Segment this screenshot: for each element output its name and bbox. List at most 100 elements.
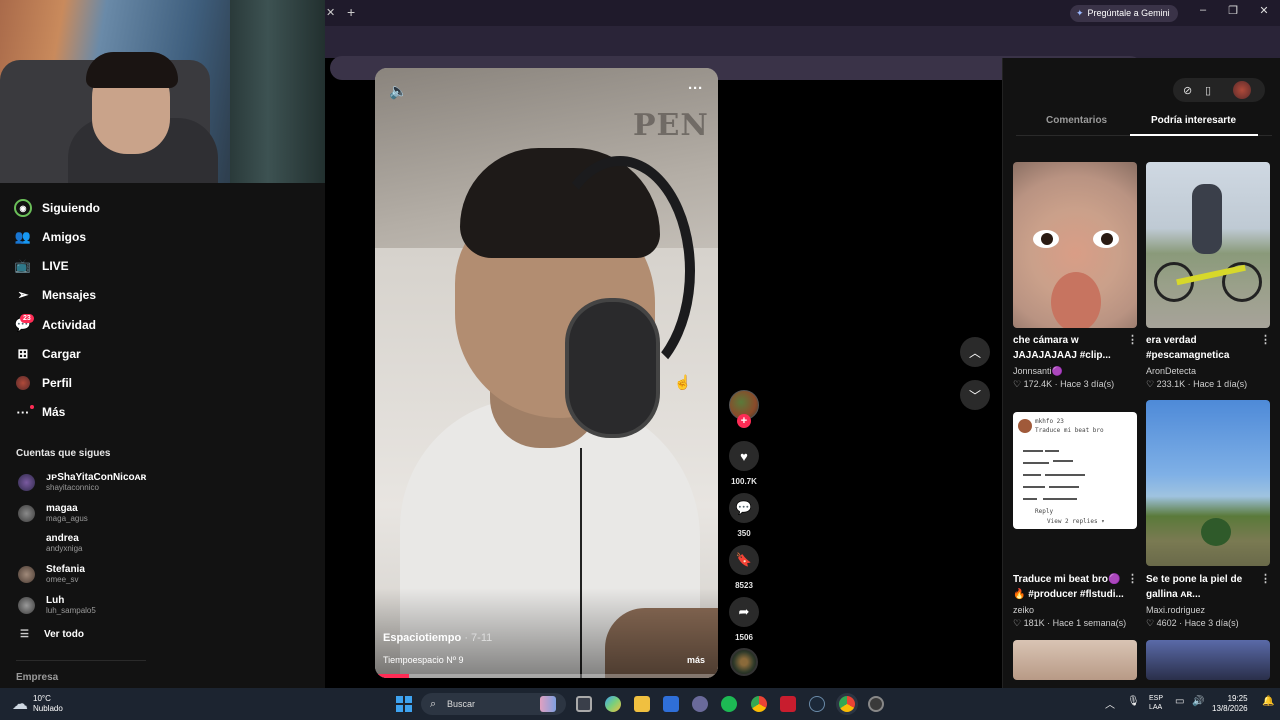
chevron-up-icon[interactable]: ︿ bbox=[1105, 696, 1115, 711]
task-view-icon[interactable] bbox=[576, 696, 592, 712]
video-author[interactable]: Espaciotiempo · 7-11 bbox=[383, 632, 492, 644]
post-time: Hace 3 día(s) bbox=[1060, 379, 1115, 389]
more-description-button[interactable]: más bbox=[687, 655, 705, 665]
start-button[interactable] bbox=[396, 696, 412, 712]
kebab-menu-icon[interactable]: ⋮ bbox=[1260, 333, 1271, 346]
video-thumbnail[interactable] bbox=[1146, 640, 1270, 680]
tab-suggested[interactable]: Podría interesarte bbox=[1151, 115, 1236, 126]
sidebar-item-friends[interactable]: 👥 Amigos bbox=[14, 227, 86, 247]
company-link[interactable]: Empresa bbox=[16, 672, 58, 683]
microphone-icon[interactable]: 🎙 bbox=[1127, 696, 1140, 707]
video-thumbnail[interactable] bbox=[1013, 640, 1137, 680]
kebab-menu-icon[interactable]: ⋮ bbox=[1127, 572, 1138, 585]
copilot-icon[interactable] bbox=[605, 696, 621, 712]
kebab-menu-icon[interactable]: ⋮ bbox=[1127, 333, 1138, 346]
kebab-menu-icon[interactable]: ⋮ bbox=[1260, 572, 1271, 585]
video-progress-bar[interactable] bbox=[375, 674, 718, 678]
messages-icon: ➢ bbox=[17, 287, 29, 302]
live-icon: 📺 bbox=[14, 258, 32, 273]
compass-icon[interactable]: ⊘ bbox=[1183, 84, 1192, 97]
followed-account[interactable]: ᴊᴘShaYitaConNicoᴀʀ shayitaconnico bbox=[18, 472, 146, 493]
app-icon[interactable] bbox=[868, 696, 884, 712]
previous-video-button[interactable]: ︿ bbox=[960, 337, 990, 367]
video-author[interactable]: Maxi.rodriguez bbox=[1146, 605, 1205, 615]
video-date: · 7-11 bbox=[464, 632, 493, 644]
video-thumbnail[interactable]: mkhfo 23 Traduce mi beat bro Reply View … bbox=[1013, 412, 1137, 529]
minimize-icon[interactable]: – bbox=[1193, 4, 1213, 16]
search-placeholder: Buscar bbox=[447, 699, 476, 709]
divider bbox=[16, 660, 146, 661]
heart-outline-icon: ♡ bbox=[1146, 618, 1155, 628]
spotify-icon[interactable] bbox=[721, 696, 737, 712]
followed-account[interactable]: magaa maga_agus bbox=[18, 503, 88, 524]
video-thumbnail[interactable] bbox=[1013, 162, 1137, 328]
weather-widget[interactable]: 10°C Nublado bbox=[33, 694, 63, 714]
like-count: 100.7K bbox=[731, 477, 757, 486]
video-author[interactable]: AronDetecta bbox=[1146, 366, 1196, 376]
network-icon[interactable]: ▭ bbox=[1175, 696, 1184, 707]
like-button[interactable]: ♥ bbox=[729, 441, 759, 471]
sidebar-item-messages[interactable]: ➢ Mensajes bbox=[14, 285, 96, 305]
file-explorer-icon[interactable] bbox=[634, 696, 650, 712]
chevron-down-icon: ﹀ bbox=[968, 388, 981, 403]
restore-icon[interactable]: ❐ bbox=[1223, 4, 1243, 17]
avatar bbox=[18, 566, 35, 583]
music-disc-icon[interactable] bbox=[730, 648, 758, 676]
clock[interactable]: 19:25 13/8/2026 bbox=[1212, 694, 1248, 714]
more-options-icon[interactable]: ··· bbox=[688, 80, 703, 97]
app-icon[interactable] bbox=[692, 696, 708, 712]
video-author[interactable]: Jonnsanti🟣 bbox=[1013, 366, 1063, 377]
new-tab-icon[interactable]: + bbox=[347, 4, 355, 20]
sidebar-item-following[interactable]: ◉ Siguiendo bbox=[14, 198, 100, 218]
layout-code: LAA bbox=[1149, 704, 1163, 711]
sidebar-item-label: Cargar bbox=[42, 347, 81, 361]
followed-account[interactable]: Stefania omee_sv bbox=[18, 564, 85, 585]
language-indicator[interactable]: ESP LAA bbox=[1149, 694, 1163, 712]
video-author[interactable]: zeiko bbox=[1013, 605, 1034, 615]
window-close-icon[interactable]: ✕ bbox=[1254, 4, 1274, 17]
see-all-button[interactable]: ☰ Ver todo bbox=[20, 629, 84, 640]
video-thumbnail[interactable] bbox=[1146, 400, 1270, 566]
video-title[interactable]: era verdad #pescamagnetica bbox=[1146, 333, 1261, 363]
device-icon[interactable]: ▯ bbox=[1205, 84, 1211, 97]
gemini-button[interactable]: ✦ Pregúntale a Gemini bbox=[1070, 5, 1178, 22]
post-time: Hace 1 día(s) bbox=[1193, 379, 1248, 389]
followed-account[interactable]: andrea andyxniga bbox=[18, 533, 82, 554]
gemini-label: Pregúntale a Gemini bbox=[1087, 8, 1170, 18]
sidebar-item-live[interactable]: 📺 LIVE bbox=[14, 256, 69, 276]
save-button[interactable]: 🔖 bbox=[729, 545, 759, 575]
follow-plus-icon[interactable]: + bbox=[737, 414, 751, 428]
close-tab-icon[interactable]: ✕ bbox=[326, 6, 335, 19]
volume-icon[interactable]: 🔈 bbox=[389, 82, 408, 100]
store-icon[interactable] bbox=[663, 696, 679, 712]
share-button[interactable]: ➦ bbox=[729, 597, 759, 627]
webcam-overlay bbox=[0, 0, 325, 183]
video-title[interactable]: che cámara w JAJAJAJAAJ #clip... bbox=[1013, 333, 1128, 363]
avatar bbox=[18, 505, 35, 522]
volume-icon[interactable]: 🔊 bbox=[1192, 696, 1204, 707]
chrome-icon[interactable] bbox=[751, 696, 767, 712]
video-player[interactable]: PEN 🔈 ··· Espaciotiempo · 7-11 Tiempoesp… bbox=[375, 68, 718, 678]
comment-count: 350 bbox=[737, 529, 751, 538]
time: 19:25 bbox=[1227, 694, 1248, 703]
cloud-icon[interactable]: ☁ bbox=[12, 694, 28, 714]
chrome-active-icon[interactable] bbox=[839, 696, 855, 712]
tab-comments[interactable]: Comentarios bbox=[1046, 115, 1107, 126]
notifications-icon[interactable]: 🔔 bbox=[1262, 696, 1274, 707]
app-icon[interactable] bbox=[780, 696, 796, 712]
sidebar-item-profile[interactable]: Perfil bbox=[14, 373, 72, 393]
search-icon: ⌕ bbox=[430, 698, 437, 710]
comment-button[interactable]: 💬 bbox=[729, 493, 759, 523]
video-title[interactable]: Traduce mi beat bro🟣 🔥 #producer #flstud… bbox=[1013, 572, 1128, 602]
video-thumbnail[interactable] bbox=[1146, 162, 1270, 328]
widget-icon[interactable] bbox=[540, 696, 556, 712]
avatar[interactable] bbox=[1233, 81, 1251, 99]
sidebar-item-label: Perfil bbox=[42, 376, 73, 390]
next-video-button[interactable]: ﹀ bbox=[960, 380, 990, 410]
video-title[interactable]: Se te pone la piel de gallina ᴀʀ... bbox=[1146, 572, 1261, 602]
sidebar-item-more[interactable]: ··· Más bbox=[14, 402, 66, 422]
heart-icon: ♥ bbox=[740, 448, 748, 464]
followed-account[interactable]: Luh luh_sampalo5 bbox=[18, 595, 96, 616]
steam-icon[interactable] bbox=[809, 696, 825, 712]
sidebar-item-upload[interactable]: ⊞ Cargar bbox=[14, 344, 81, 364]
